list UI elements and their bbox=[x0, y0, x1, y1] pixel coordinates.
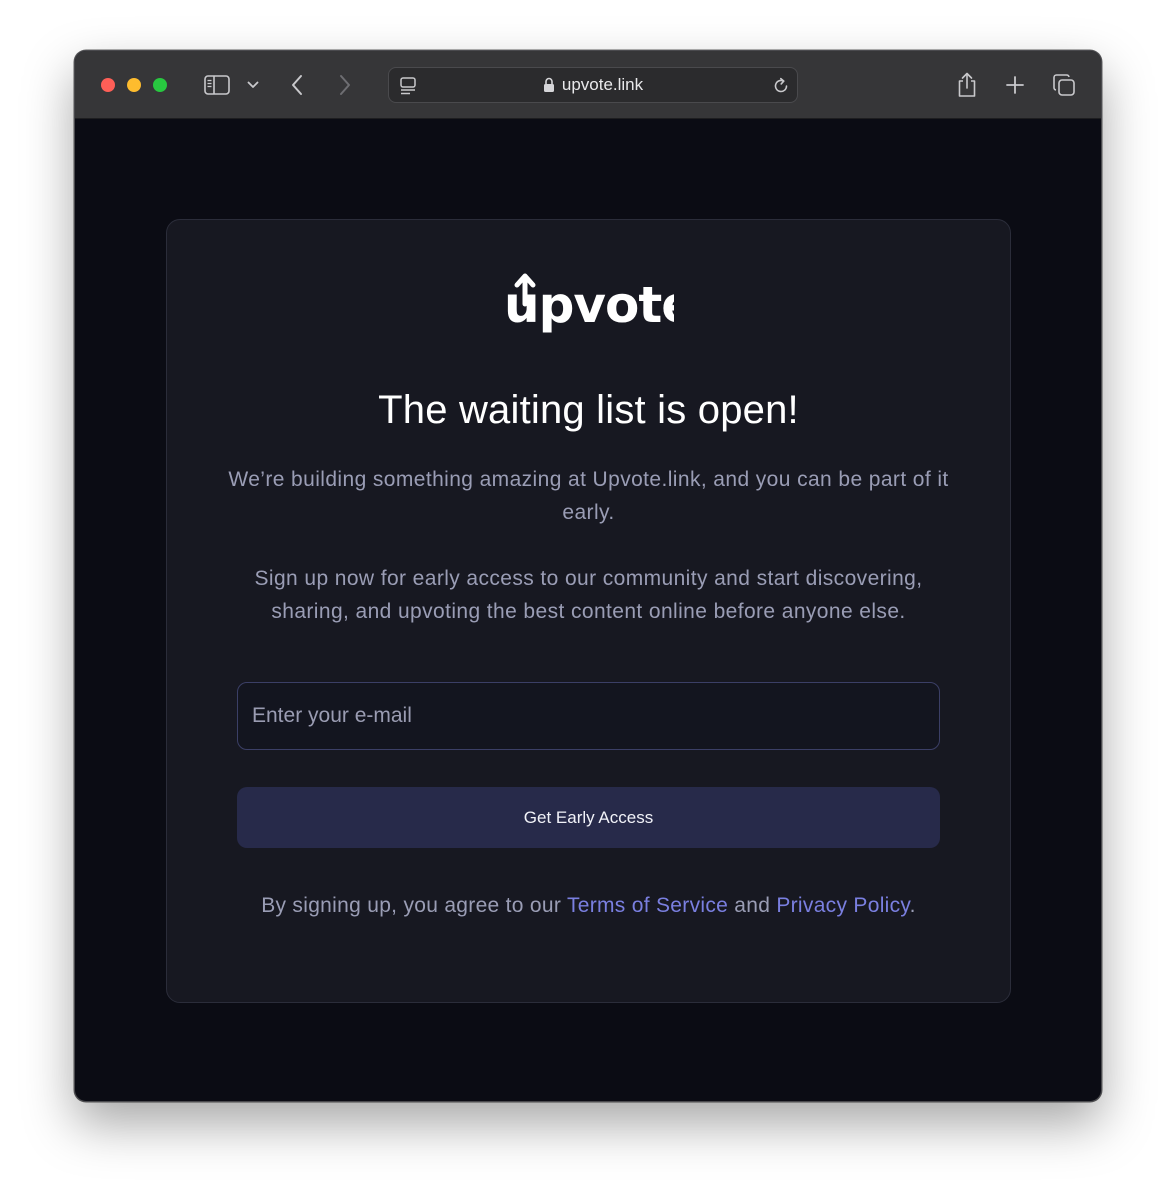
url-text[interactable]: upvote.link bbox=[562, 75, 643, 95]
legal-prefix: By signing up, you agree to our bbox=[261, 894, 567, 917]
plus-icon[interactable] bbox=[1004, 74, 1026, 96]
legal-suffix: . bbox=[909, 894, 916, 917]
share-icon[interactable] bbox=[955, 71, 979, 99]
forward-icon[interactable] bbox=[333, 73, 357, 97]
legal-middle: and bbox=[728, 894, 777, 917]
lock-icon bbox=[543, 77, 555, 93]
browser-toolbar: upvote.link bbox=[75, 51, 1101, 119]
address-bar[interactable]: upvote.link bbox=[388, 67, 798, 103]
page-headline: The waiting list is open! bbox=[378, 388, 799, 432]
sidebar-icon[interactable] bbox=[203, 73, 231, 97]
waitlist-card: upvote The waiting list is open! We’re b… bbox=[166, 219, 1011, 1003]
svg-text:upvote: upvote bbox=[504, 276, 674, 334]
maximize-window-button[interactable] bbox=[153, 78, 167, 92]
close-window-button[interactable] bbox=[101, 78, 115, 92]
browser-window: upvote.link upvot The waiting list is op… bbox=[74, 50, 1102, 1102]
signup-paragraph: Sign up now for early access to our comm… bbox=[254, 567, 923, 623]
upvote-logo: upvote bbox=[167, 272, 1010, 342]
legal-notice: By signing up, you agree to our Terms of… bbox=[167, 894, 1010, 918]
get-early-access-button[interactable]: Get Early Access bbox=[237, 787, 940, 848]
back-icon[interactable] bbox=[285, 73, 309, 97]
tabs-icon[interactable] bbox=[1052, 73, 1076, 97]
email-input[interactable] bbox=[237, 682, 940, 750]
chevron-down-icon[interactable] bbox=[245, 78, 261, 92]
reload-icon[interactable] bbox=[771, 76, 791, 96]
intro-paragraph: We’re building something amazing at Upvo… bbox=[228, 468, 949, 524]
minimize-window-button[interactable] bbox=[127, 78, 141, 92]
terms-of-service-link[interactable]: Terms of Service bbox=[567, 894, 728, 917]
privacy-policy-link[interactable]: Privacy Policy bbox=[776, 894, 909, 917]
